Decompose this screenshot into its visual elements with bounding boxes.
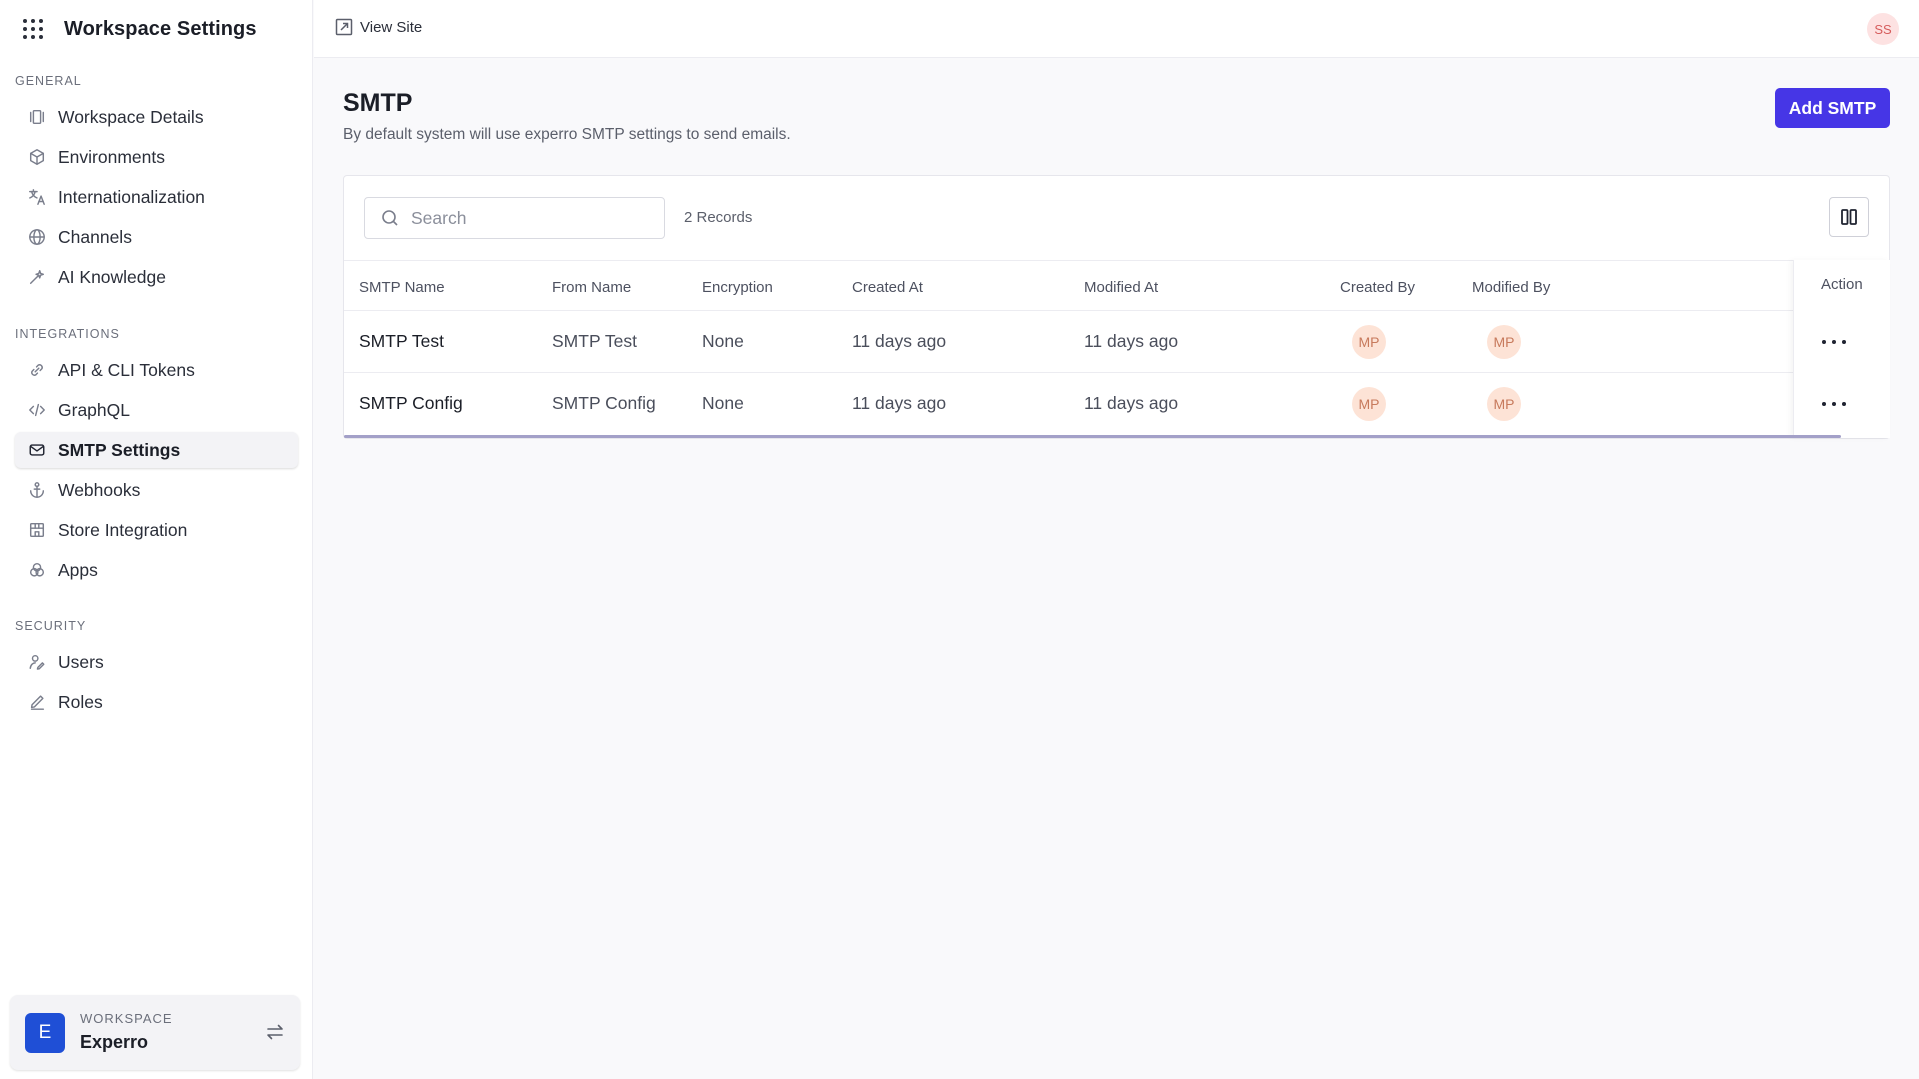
column-header-modified-by[interactable]: Modified By [1472, 279, 1550, 296]
sidebar-item-internationalization[interactable]: Internationalization [15, 179, 298, 215]
sidebar-item-api-cli-tokens[interactable]: API & CLI Tokens [15, 352, 298, 388]
sidebar-item-label: API & CLI Tokens [58, 359, 195, 380]
globe-icon [27, 227, 47, 247]
view-site-link[interactable]: View Site [335, 18, 422, 36]
records-count: 2 Records [684, 209, 753, 226]
sidebar-item-workspace-details[interactable]: Workspace Details [15, 99, 298, 135]
code-icon [27, 400, 47, 420]
column-toggle-button[interactable] [1829, 197, 1869, 237]
apps-circles-icon [27, 560, 47, 580]
translate-icon [27, 187, 47, 207]
smtp-table-card: 2 Records SMTP Name From Name Encryption… [343, 175, 1890, 439]
sidebar-item-store-integration[interactable]: Store Integration [15, 512, 298, 548]
cell-created-at: 11 days ago [852, 393, 947, 413]
workspace-label: WORKSPACE [80, 1011, 173, 1026]
section-label-general: GENERAL [15, 74, 82, 88]
table-row[interactable]: SMTP Config SMTP Config None 11 days ago… [344, 373, 1889, 435]
cell-smtp-name: SMTP Test [359, 331, 444, 351]
external-link-icon [335, 18, 353, 36]
sidebar-title: Workspace Settings [64, 17, 257, 40]
column-header-from-name[interactable]: From Name [552, 279, 631, 296]
page-subtitle: By default system will use experro SMTP … [343, 126, 791, 143]
sidebar-item-label: Internationalization [58, 186, 205, 207]
created-by-avatar: MP [1352, 387, 1386, 421]
apps-grid-icon[interactable] [22, 18, 44, 40]
cube-icon [27, 147, 47, 167]
sidebar-item-graphql[interactable]: GraphQL [15, 392, 298, 428]
user-avatar[interactable]: SS [1867, 13, 1899, 45]
sidebar-item-environments[interactable]: Environments [15, 139, 298, 175]
sidebar-item-roles[interactable]: Roles [15, 684, 298, 720]
sidebar-item-users[interactable]: Users [15, 644, 298, 680]
cell-from-name: SMTP Config [552, 393, 656, 413]
cell-encryption: None [702, 393, 744, 413]
cell-modified-at: 11 days ago [1084, 331, 1179, 351]
cell-modified-at: 11 days ago [1084, 393, 1179, 413]
sidebar-item-smtp-settings[interactable]: SMTP Settings [15, 432, 298, 468]
store-icon [27, 520, 47, 540]
section-label-security: SECURITY [15, 619, 87, 633]
sidebar-item-label: Channels [58, 226, 132, 247]
created-by-avatar: MP [1352, 325, 1386, 359]
sidebar-item-label: Users [58, 651, 104, 672]
search-input[interactable] [411, 207, 651, 229]
table-header: SMTP Name From Name Encryption Created A… [344, 260, 1889, 311]
column-header-smtp-name[interactable]: SMTP Name [359, 279, 445, 296]
sidebar-item-apps[interactable]: Apps [15, 552, 298, 588]
sidebar-item-label: GraphQL [58, 399, 130, 420]
row-actions-button[interactable] [1822, 330, 1846, 354]
workspace-name: Experro [80, 1032, 149, 1052]
modified-by-avatar: MP [1487, 387, 1521, 421]
sparkle-wand-icon [27, 267, 47, 287]
cell-from-name: SMTP Test [552, 331, 637, 351]
column-header-created-at[interactable]: Created At [852, 279, 923, 296]
workspace-details-icon [27, 107, 47, 127]
columns-icon [1841, 209, 1857, 225]
sidebar-item-label: Environments [58, 146, 165, 167]
link-icon [27, 360, 47, 380]
workspace-switcher[interactable]: E WORKSPACE Experro [10, 995, 300, 1070]
sidebar-item-label: SMTP Settings [58, 439, 181, 460]
users-icon [27, 652, 47, 672]
modified-by-avatar: MP [1487, 325, 1521, 359]
cell-encryption: None [702, 331, 744, 351]
workspace-avatar: E [25, 1013, 65, 1053]
search-box[interactable] [364, 197, 665, 239]
column-header-encryption[interactable]: Encryption [702, 279, 773, 296]
horizontal-scrollbar[interactable] [344, 435, 1841, 438]
sidebar-item-ai-knowledge[interactable]: AI Knowledge [15, 259, 298, 295]
column-header-modified-at[interactable]: Modified At [1084, 279, 1158, 296]
section-label-integrations: INTEGRATIONS [15, 327, 120, 341]
swap-arrows-icon[interactable] [264, 1021, 286, 1043]
pencil-icon [27, 692, 47, 712]
column-header-action: Action [1821, 276, 1863, 293]
sidebar-item-label: Webhooks [58, 479, 141, 500]
sidebar-item-label: Workspace Details [58, 106, 204, 127]
cell-smtp-name: SMTP Config [359, 393, 463, 413]
sidebar: Workspace Settings GENERAL Workspace Det… [0, 0, 313, 1079]
column-header-created-by[interactable]: Created By [1340, 279, 1415, 296]
sidebar-item-webhooks[interactable]: Webhooks [15, 472, 298, 508]
view-site-label: View Site [360, 18, 423, 36]
sidebar-item-label: Store Integration [58, 519, 188, 540]
table-row[interactable]: SMTP Test SMTP Test None 11 days ago 11 … [344, 311, 1889, 373]
sidebar-header: Workspace Settings [22, 16, 257, 42]
sidebar-item-channels[interactable]: Channels [15, 219, 298, 255]
row-actions-button[interactable] [1822, 392, 1846, 416]
sidebar-item-label: Apps [58, 559, 98, 580]
page-title: SMTP [343, 89, 413, 117]
cell-created-at: 11 days ago [852, 331, 947, 351]
sidebar-item-label: AI Knowledge [58, 266, 166, 287]
anchor-icon [27, 480, 47, 500]
top-bar: View Site SS [314, 0, 1919, 58]
add-smtp-button[interactable]: Add SMTP [1775, 88, 1890, 128]
sidebar-item-label: Roles [58, 691, 103, 712]
mail-icon [27, 440, 47, 460]
search-icon [382, 210, 398, 226]
action-column: Action [1793, 260, 1890, 438]
